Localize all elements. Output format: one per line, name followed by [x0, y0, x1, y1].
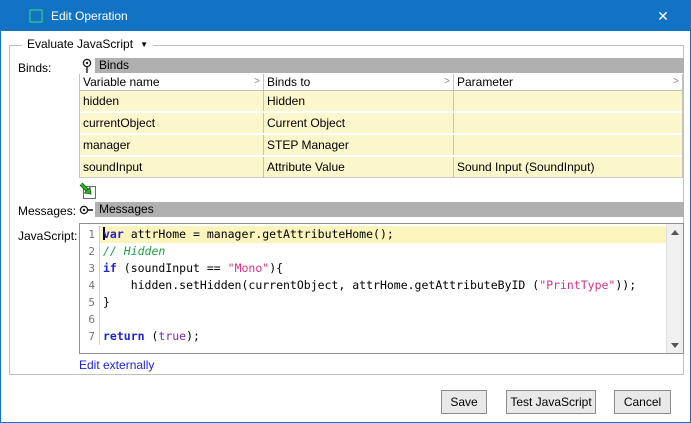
scroll-down-icon[interactable]: [667, 337, 684, 353]
cell-binds-to[interactable]: STEP Manager: [264, 135, 454, 155]
binds-section-bar: Binds: [79, 58, 684, 73]
cell-parameter[interactable]: Sound Input (SoundInput): [454, 157, 682, 177]
code-text[interactable]: if (soundInput == "Mono"){: [100, 260, 666, 277]
code-line[interactable]: 7return (true);: [80, 328, 666, 345]
cell-variable-name[interactable]: soundInput: [80, 157, 264, 177]
column-header-parameter[interactable]: Parameter >: [454, 74, 682, 90]
column-header-variable-name[interactable]: Variable name >: [80, 74, 264, 90]
binds-table-header: Variable name > Binds to > Parameter >: [80, 74, 682, 91]
code-line[interactable]: 4 hidden.setHidden(currentObject, attrHo…: [80, 277, 666, 294]
line-number: 4: [80, 277, 100, 294]
operation-type-label: Evaluate JavaScript: [27, 37, 133, 51]
cell-parameter[interactable]: [454, 135, 682, 155]
cell-binds-to[interactable]: Hidden: [264, 91, 454, 111]
code-text[interactable]: var attrHome = manager.getAttributeHome(…: [100, 226, 666, 243]
cell-variable-name[interactable]: manager: [80, 135, 264, 155]
code-text[interactable]: // Hidden: [100, 243, 666, 260]
table-row[interactable]: soundInput Attribute Value Sound Input (…: [80, 157, 682, 177]
table-row[interactable]: currentObject Current Object: [80, 113, 682, 135]
javascript-editor[interactable]: 1var attrHome = manager.getAttributeHome…: [79, 223, 684, 354]
table-row[interactable]: hidden Hidden: [80, 91, 682, 113]
edit-externally-link[interactable]: Edit externally: [79, 358, 154, 372]
code-text[interactable]: hidden.setHidden(currentObject, attrHome…: [100, 277, 666, 294]
column-chevron-icon[interactable]: >: [254, 74, 260, 90]
line-number: 6: [80, 311, 100, 328]
cell-variable-name[interactable]: currentObject: [80, 113, 264, 133]
javascript-label: JavaScript:: [18, 229, 77, 243]
line-number: 5: [80, 294, 100, 311]
line-number: 2: [80, 243, 100, 260]
messages-section-title[interactable]: Messages: [95, 202, 684, 217]
close-icon[interactable]: ✕: [646, 1, 680, 31]
code-text[interactable]: [100, 311, 666, 328]
binds-table: Variable name > Binds to > Parameter > h…: [79, 74, 683, 178]
cancel-button[interactable]: Cancel: [614, 390, 671, 414]
code-line[interactable]: 3if (soundInput == "Mono"){: [80, 260, 666, 277]
code-text[interactable]: return (true);: [100, 328, 666, 345]
scroll-up-icon[interactable]: [667, 224, 684, 240]
code-line[interactable]: 5}: [80, 294, 666, 311]
table-row[interactable]: manager STEP Manager: [80, 135, 682, 157]
cell-binds-to[interactable]: Current Object: [264, 113, 454, 133]
line-number: 3: [80, 260, 100, 277]
editor-scrollbar[interactable]: [666, 224, 683, 353]
code-line[interactable]: 1var attrHome = manager.getAttributeHome…: [80, 226, 666, 243]
messages-section-bar: Messages: [79, 202, 684, 217]
column-chevron-icon[interactable]: >: [673, 74, 679, 90]
binds-section-title[interactable]: Binds: [95, 58, 684, 73]
operation-type-selector[interactable]: Evaluate JavaScript ▼: [22, 37, 153, 51]
save-button[interactable]: Save: [441, 390, 487, 414]
green-arrow-box-icon: [79, 182, 97, 200]
binds-label: Binds:: [18, 61, 51, 75]
line-number: 1: [80, 226, 100, 243]
assign-bind-button[interactable]: [79, 182, 97, 200]
window-title: Edit Operation: [51, 1, 128, 31]
code-lines[interactable]: 1var attrHome = manager.getAttributeHome…: [80, 224, 666, 353]
chevron-down-icon: ▼: [140, 40, 148, 49]
window-icon: [29, 9, 43, 23]
column-chevron-icon[interactable]: >: [444, 74, 450, 90]
code-line[interactable]: 2// Hidden: [80, 243, 666, 260]
title-bar[interactable]: Edit Operation ✕: [1, 1, 690, 31]
column-header-binds-to[interactable]: Binds to >: [264, 74, 454, 90]
key-horizontal-icon: [79, 202, 95, 218]
cell-binds-to[interactable]: Attribute Value: [264, 157, 454, 177]
test-javascript-button[interactable]: Test JavaScript: [506, 390, 596, 414]
messages-label: Messages:: [18, 204, 76, 218]
cell-variable-name[interactable]: hidden: [80, 91, 264, 111]
code-line[interactable]: 6: [80, 311, 666, 328]
edit-operation-dialog: Edit Operation ✕ Evaluate JavaScript ▼ B…: [0, 0, 691, 423]
code-text[interactable]: }: [100, 294, 666, 311]
line-number: 7: [80, 328, 100, 345]
cell-parameter[interactable]: [454, 91, 682, 111]
cell-parameter[interactable]: [454, 113, 682, 133]
key-vertical-icon: [79, 58, 95, 74]
